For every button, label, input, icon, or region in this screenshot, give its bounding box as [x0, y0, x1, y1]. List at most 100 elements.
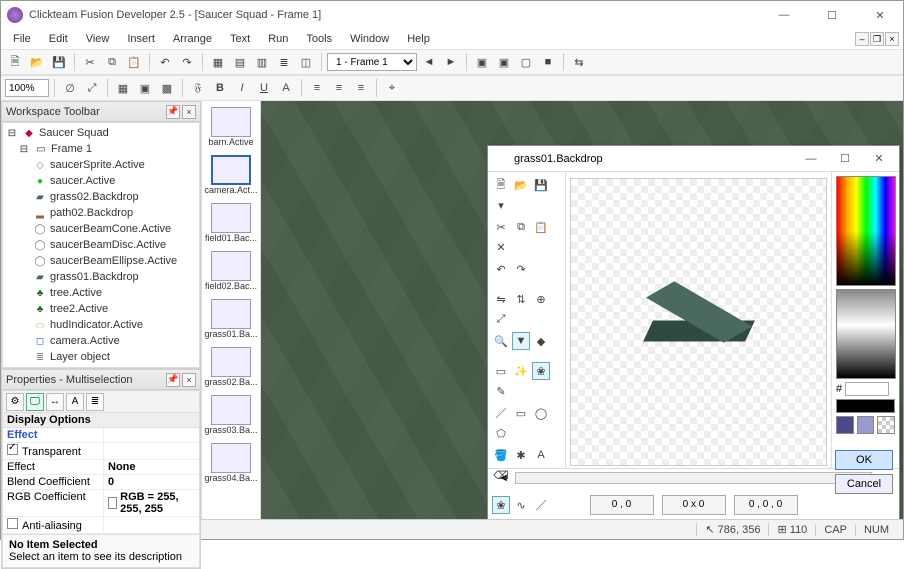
- brush3-icon[interactable]: ／: [532, 496, 550, 514]
- tree-item[interactable]: ◻camera.Active: [5, 333, 197, 349]
- delete-tool-icon[interactable]: ✕: [492, 238, 510, 256]
- align-center-icon[interactable]: ≡: [329, 78, 349, 98]
- coord-xy[interactable]: 0 , 0: [590, 495, 654, 515]
- pin-icon[interactable]: 📌: [166, 105, 180, 119]
- italic-icon[interactable]: I: [232, 78, 252, 98]
- open-image-icon[interactable]: 📂: [512, 176, 530, 194]
- tree-item[interactable]: ▂path02.Backdrop: [5, 205, 197, 221]
- coord-wh[interactable]: 0 x 0: [662, 495, 726, 515]
- menu-run[interactable]: Run: [260, 31, 296, 47]
- minimize-button[interactable]: —: [767, 5, 801, 25]
- tool-eyedrop-icon[interactable]: ⤢: [82, 78, 102, 98]
- ok-button[interactable]: OK: [835, 450, 893, 470]
- tree-item[interactable]: ▭hudIndicator.Active: [5, 317, 197, 333]
- object-list[interactable]: barn.Activecamera.Act...field01.Bac...fi…: [201, 101, 261, 519]
- mdi-minimize-icon[interactable]: ‒: [855, 32, 869, 46]
- menu-help[interactable]: Help: [399, 31, 438, 47]
- redo-tool-icon[interactable]: ↷: [512, 260, 530, 278]
- rgb-swatch[interactable]: [108, 497, 117, 509]
- zoom-tool-icon[interactable]: 🔍: [492, 332, 510, 350]
- pin-icon[interactable]: 📌: [166, 373, 180, 387]
- asset-thumbnail[interactable]: grass04.Ba...: [202, 443, 260, 483]
- center-frame-icon[interactable]: ⌖: [382, 78, 402, 98]
- run-app-icon[interactable]: ▣: [494, 52, 514, 72]
- asset-thumbnail[interactable]: grass03.Ba...: [202, 395, 260, 435]
- paste-icon[interactable]: 📋: [124, 52, 144, 72]
- cut-tool-icon[interactable]: ✂: [492, 218, 510, 236]
- tool-font-icon[interactable]: ∅: [60, 78, 80, 98]
- dialog-maximize-icon[interactable]: ☐: [831, 150, 859, 168]
- hotspot-icon[interactable]: ▼: [512, 332, 530, 350]
- tree-item[interactable]: ◇saucerSprite.Active: [5, 157, 197, 173]
- tree-frame[interactable]: Frame 1: [51, 143, 92, 155]
- cut-icon[interactable]: ✂: [80, 52, 100, 72]
- flip-v-icon[interactable]: ⇅: [512, 290, 530, 308]
- rect-tool-icon[interactable]: ▭: [512, 404, 530, 422]
- tree-item[interactable]: ◯saucerBeamDisc.Active: [5, 237, 197, 253]
- color-palette[interactable]: [836, 176, 896, 286]
- asset-thumbnail[interactable]: barn.Active: [202, 107, 260, 147]
- frame-editor-icon[interactable]: ▤: [230, 52, 250, 72]
- cancel-button[interactable]: Cancel: [835, 474, 893, 494]
- save-icon[interactable]: 💾: [49, 52, 69, 72]
- horizontal-scrollbar[interactable]: [515, 472, 872, 484]
- tree-item[interactable]: ♣tree2.Active: [5, 301, 197, 317]
- flip-h-icon[interactable]: ⇋: [492, 290, 510, 308]
- frame-canvas[interactable]: 1: 181: 191: 391: 601: 611: 1301: 1501: …: [261, 101, 903, 519]
- current-color-bar[interactable]: [836, 399, 895, 413]
- maximize-button[interactable]: ☐: [815, 5, 849, 25]
- new-icon[interactable]: 🗎: [5, 52, 25, 72]
- transparent-checkbox[interactable]: [7, 444, 18, 455]
- hex-input[interactable]: [845, 382, 889, 396]
- tree-item[interactable]: ≣Layer object: [5, 349, 197, 365]
- crop-icon[interactable]: ⊕: [532, 290, 550, 308]
- menu-arrange[interactable]: Arrange: [165, 31, 220, 47]
- rgb-value[interactable]: RGB = 255, 255, 255: [120, 491, 195, 515]
- fill-tool-icon[interactable]: 🪣: [492, 446, 510, 464]
- prop-tab-size-icon[interactable]: ↔: [46, 393, 64, 411]
- workspace-tree[interactable]: ⊟◆Saucer Squad ⊟▭Frame 1 ◇saucerSprite.A…: [2, 122, 200, 368]
- resize-icon[interactable]: ⤢: [492, 310, 510, 328]
- redo-icon[interactable]: ↷: [177, 52, 197, 72]
- copy-icon[interactable]: ⧉: [102, 52, 122, 72]
- shade-palette[interactable]: [836, 289, 896, 379]
- prop-tab-settings-icon[interactable]: ⚙: [6, 393, 24, 411]
- lasso-tool-icon[interactable]: ❀: [532, 362, 550, 380]
- stop-icon[interactable]: ■: [538, 52, 558, 72]
- prop-tab-events-icon[interactable]: ≣: [86, 393, 104, 411]
- menu-edit[interactable]: Edit: [41, 31, 76, 47]
- close-panel-icon[interactable]: ×: [182, 373, 196, 387]
- mdi-close-icon[interactable]: ×: [885, 32, 899, 46]
- blend-value[interactable]: 0: [108, 476, 114, 488]
- spray-tool-icon[interactable]: ✱: [512, 446, 530, 464]
- menu-file[interactable]: File: [5, 31, 39, 47]
- run-frame-icon[interactable]: ▢: [516, 52, 536, 72]
- next-frame-icon[interactable]: ►: [441, 52, 461, 72]
- asset-thumbnail[interactable]: camera.Act...: [202, 155, 260, 195]
- select-tool-icon[interactable]: ▭: [492, 362, 510, 380]
- tree-item[interactable]: ▰grass01.Backdrop: [5, 269, 197, 285]
- dialog-minimize-icon[interactable]: —: [797, 150, 825, 168]
- asset-thumbnail[interactable]: grass02.Ba...: [202, 347, 260, 387]
- dialog-close-icon[interactable]: ✕: [865, 150, 893, 168]
- brush2-icon[interactable]: ∿: [512, 496, 530, 514]
- border-color-icon[interactable]: ▣: [135, 78, 155, 98]
- bold-icon[interactable]: B: [210, 78, 230, 98]
- effect-value[interactable]: None: [108, 461, 136, 473]
- brush4-icon[interactable]: ╲: [492, 516, 510, 519]
- prev-frame-icon[interactable]: ◄: [419, 52, 439, 72]
- tree-item[interactable]: ◯saucerBeamCone.Active: [5, 221, 197, 237]
- bg-color[interactable]: [857, 416, 875, 434]
- underline-icon[interactable]: U: [254, 78, 274, 98]
- text-color-icon[interactable]: A: [276, 78, 296, 98]
- paste-tool-icon[interactable]: 📋: [532, 218, 550, 236]
- font-icon[interactable]: 𝔉: [188, 78, 208, 98]
- menu-tools[interactable]: Tools: [298, 31, 340, 47]
- event-list-icon[interactable]: ≣: [274, 52, 294, 72]
- asset-thumbnail[interactable]: grass01.Ba...: [202, 299, 260, 339]
- prop-tab-text-icon[interactable]: A: [66, 393, 84, 411]
- frame-selector[interactable]: 1 - Frame 1: [327, 53, 417, 71]
- pen-tool-icon[interactable]: ✎: [492, 382, 510, 400]
- menu-text[interactable]: Text: [222, 31, 258, 47]
- brush1-icon[interactable]: ❀: [492, 496, 510, 514]
